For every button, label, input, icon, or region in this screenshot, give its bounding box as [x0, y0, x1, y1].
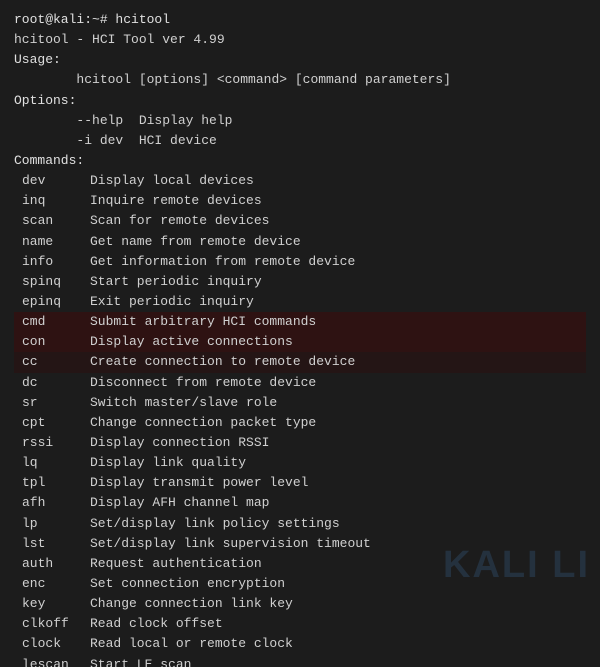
usage-label: Usage:: [14, 50, 586, 70]
command-name: afh: [14, 493, 90, 513]
command-row: keyChange connection link key: [14, 594, 586, 614]
command-row: cmdSubmit arbitrary HCI commands: [14, 312, 586, 332]
command-name: tpl: [14, 473, 90, 493]
prompt-line: root@kali:~# hcitool: [14, 10, 586, 30]
command-desc: Inquire remote devices: [90, 193, 262, 208]
command-desc: Request authentication: [90, 556, 262, 571]
command-row: lqDisplay link quality: [14, 453, 586, 473]
command-desc: Display active connections: [90, 334, 293, 349]
command-name: lst: [14, 534, 90, 554]
command-row: cptChange connection packet type: [14, 413, 586, 433]
command-name: rssi: [14, 433, 90, 453]
command-desc: Create connection to remote device: [90, 354, 355, 369]
command-name: name: [14, 232, 90, 252]
command-name: lp: [14, 514, 90, 534]
command-row: ccCreate connection to remote device: [14, 352, 586, 372]
command-row: devDisplay local devices: [14, 171, 586, 191]
command-row: clkoffRead clock offset: [14, 614, 586, 634]
command-row: lstSet/display link supervision timeout: [14, 534, 586, 554]
command-desc: Get name from remote device: [90, 234, 301, 249]
command-name: cpt: [14, 413, 90, 433]
option-i: -i dev HCI device: [14, 131, 586, 151]
command-name: key: [14, 594, 90, 614]
command-row: inqInquire remote devices: [14, 191, 586, 211]
terminal-window: root@kali:~# hcitool hcitool - HCI Tool …: [0, 0, 600, 667]
command-desc: Display link quality: [90, 455, 246, 470]
command-desc: Switch master/slave role: [90, 395, 277, 410]
command-desc: Exit periodic inquiry: [90, 294, 254, 309]
command-name: scan: [14, 211, 90, 231]
command-name: epinq: [14, 292, 90, 312]
commands-list: devDisplay local devicesinqInquire remot…: [14, 171, 586, 667]
command-name: sr: [14, 393, 90, 413]
option-help-desc: Display help: [139, 113, 233, 128]
command-desc: Display local devices: [90, 173, 254, 188]
usage-cmd: hcitool [options] <command> [command par…: [14, 70, 586, 90]
command-name: enc: [14, 574, 90, 594]
option-i-desc: HCI device: [139, 133, 217, 148]
command-row: clockRead local or remote clock: [14, 634, 586, 654]
command-row: lescanStart LE scan: [14, 655, 586, 667]
command-desc: Set connection encryption: [90, 576, 285, 591]
command-desc: Disconnect from remote device: [90, 375, 316, 390]
command-name: clock: [14, 634, 90, 654]
command-name: spinq: [14, 272, 90, 292]
command-name: info: [14, 252, 90, 272]
command-row: dcDisconnect from remote device: [14, 373, 586, 393]
command-name: con: [14, 332, 90, 352]
command-desc: Change connection packet type: [90, 415, 316, 430]
command-desc: Start LE scan: [90, 657, 191, 667]
command-name: lq: [14, 453, 90, 473]
command-desc: Scan for remote devices: [90, 213, 269, 228]
command-desc: Read clock offset: [90, 616, 223, 631]
command-row: spinqStart periodic inquiry: [14, 272, 586, 292]
command-row: nameGet name from remote device: [14, 232, 586, 252]
command-desc: Change connection link key: [90, 596, 293, 611]
commands-label: Commands:: [14, 151, 586, 171]
command-name: lescan: [14, 655, 90, 667]
command-row: conDisplay active connections: [14, 332, 586, 352]
command-row: rssiDisplay connection RSSI: [14, 433, 586, 453]
command-desc: Read local or remote clock: [90, 636, 293, 651]
command-name: auth: [14, 554, 90, 574]
command-desc: Set/display link supervision timeout: [90, 536, 371, 551]
command-desc: Set/display link policy settings: [90, 516, 340, 531]
command-row: afhDisplay AFH channel map: [14, 493, 586, 513]
title-line: hcitool - HCI Tool ver 4.99: [14, 30, 586, 50]
command-row: encSet connection encryption: [14, 574, 586, 594]
command-desc: Start periodic inquiry: [90, 274, 262, 289]
option-help: --help Display help: [14, 111, 586, 131]
command-name: cc: [14, 352, 90, 372]
command-desc: Get information from remote device: [90, 254, 355, 269]
command-row: scanScan for remote devices: [14, 211, 586, 231]
command-desc: Display transmit power level: [90, 475, 308, 490]
command-name: dc: [14, 373, 90, 393]
command-desc: Display AFH channel map: [90, 495, 269, 510]
command-name: dev: [14, 171, 90, 191]
command-name: inq: [14, 191, 90, 211]
command-row: tplDisplay transmit power level: [14, 473, 586, 493]
command-name: cmd: [14, 312, 90, 332]
command-name: clkoff: [14, 614, 90, 634]
command-row: epinqExit periodic inquiry: [14, 292, 586, 312]
command-desc: Submit arbitrary HCI commands: [90, 314, 316, 329]
command-row: lpSet/display link policy settings: [14, 514, 586, 534]
command-row: authRequest authentication: [14, 554, 586, 574]
command-row: infoGet information from remote device: [14, 252, 586, 272]
command-desc: Display connection RSSI: [90, 435, 269, 450]
command-row: srSwitch master/slave role: [14, 393, 586, 413]
options-label: Options:: [14, 91, 586, 111]
